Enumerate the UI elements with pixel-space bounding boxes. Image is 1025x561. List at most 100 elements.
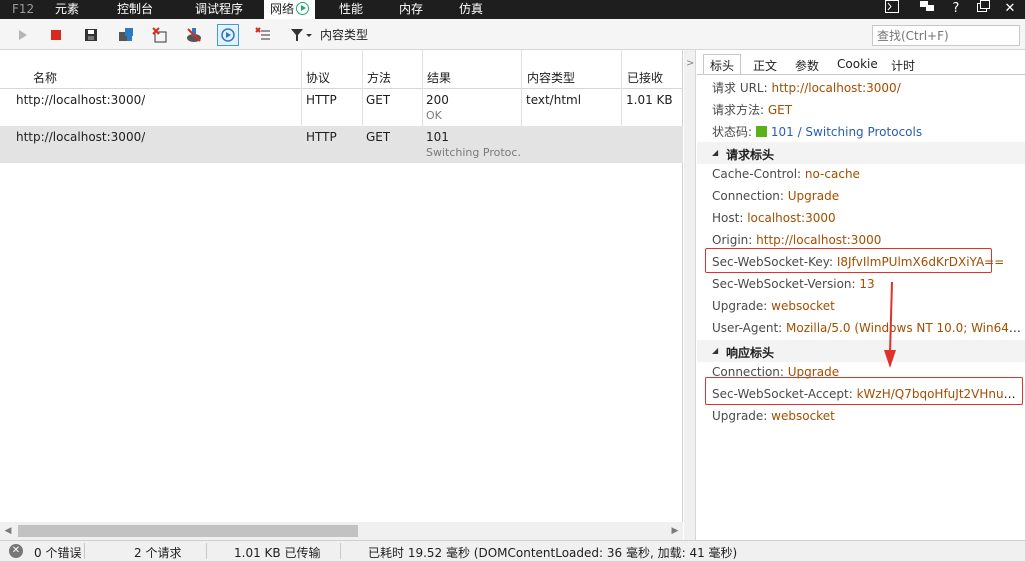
recording-icon [296, 2, 310, 15]
tab-memory[interactable]: 内存 [399, 0, 423, 19]
cell-method: GET [366, 93, 391, 107]
column-header-name[interactable]: 名称 [33, 69, 57, 86]
tab-emulation[interactable]: 仿真 [459, 0, 483, 19]
search-input[interactable] [872, 25, 1020, 46]
status-bar: ✕ 0 个错误 2 个请求 1.01 KB 已传输 已耗时 19.52 毫秒 (… [0, 540, 1025, 561]
timing-summary: 已耗时 19.52 毫秒 (DOMContentLoaded: 36 毫秒, 加… [368, 546, 738, 560]
cell-content-type: text/html [526, 93, 582, 107]
feedback-icon[interactable] [917, 0, 937, 19]
cell-protocol: HTTP [306, 93, 337, 107]
column-header-received[interactable]: 已接收 [627, 69, 663, 86]
play-icon[interactable] [11, 24, 33, 46]
cell-received: 1.01 KB [626, 93, 673, 107]
table-row[interactable]: http://localhost:3000/ HTTP GET 200 OK te… [0, 89, 683, 126]
clear-cache-icon[interactable] [183, 24, 205, 46]
pane-divider[interactable]: > [684, 50, 696, 540]
key: Sec-WebSocket-Version: [712, 277, 860, 291]
request-count: 2 个请求 [134, 546, 182, 560]
horizontal-scrollbar[interactable]: ◀ ▶ [0, 522, 683, 540]
scrollbar-thumb[interactable] [18, 525, 358, 537]
header-row: Upgrade: websocket [712, 299, 1022, 313]
scroll-right-icon[interactable]: ▶ [669, 525, 681, 537]
header-row: Cache-Control: no-cache [712, 167, 1022, 181]
value: Mozilla/5.0 (Windows NT 10.0; Win64; x64… [786, 321, 1022, 335]
cell-protocol: HTTP [306, 130, 337, 144]
annotation-arrow-icon [884, 282, 896, 368]
console-toggle-icon[interactable] [882, 0, 902, 19]
scroll-left-icon[interactable]: ◀ [2, 525, 14, 537]
status-separator [206, 543, 207, 559]
stop-icon[interactable] [45, 24, 67, 46]
help-icon[interactable]: ? [946, 0, 966, 19]
request-list: 名称 协议 方法 结果 内容类型 已接收 http://localhost:30… [0, 50, 683, 540]
clear-session-icon[interactable] [149, 24, 171, 46]
table-header: 名称 协议 方法 结果 内容类型 已接收 [0, 50, 683, 89]
header-row: Origin: http://localhost:3000 [712, 233, 1022, 247]
network-toolbar: 内容类型 [0, 19, 1025, 50]
clear-entries-icon[interactable] [252, 24, 274, 46]
detail-tabs: 标头 正文 参数 Cookie 计时 [697, 50, 1025, 75]
content-type-filter-label[interactable]: 内容类型 [320, 26, 368, 43]
import-icon[interactable] [115, 24, 137, 46]
value: 13 [859, 277, 875, 291]
value: 101 / Switching Protocols [770, 125, 923, 139]
tab-parameters[interactable]: 参数 [789, 56, 825, 75]
undock-icon[interactable] [973, 0, 993, 19]
collapse-triangle-icon: ◢ [712, 148, 719, 157]
column-header-result[interactable]: 结果 [427, 69, 451, 86]
tab-elements[interactable]: 元素 [55, 0, 79, 19]
tab-network-label: 网络 [270, 2, 295, 16]
column-header-method[interactable]: 方法 [367, 69, 391, 86]
key: Upgrade: [712, 299, 772, 313]
cell-method: GET [366, 130, 391, 144]
tab-cookies[interactable]: Cookie [831, 56, 884, 75]
key: Connection: [712, 189, 788, 203]
response-headers-section[interactable]: ◢ 响应标头 [697, 340, 1025, 362]
annotation-box-accept [705, 377, 1023, 405]
header-row: Sec-WebSocket-Version: 13 [712, 277, 1022, 291]
value: localhost:3000 [747, 211, 836, 225]
header-row: Connection: Upgrade [712, 189, 1022, 203]
key: Upgrade: [712, 409, 772, 423]
value: http://localhost:3000 [756, 233, 882, 247]
cell-name: http://localhost:3000/ [16, 130, 146, 144]
request-headers-section[interactable]: ◢ 请求标头 [697, 142, 1025, 164]
save-icon[interactable] [80, 24, 102, 46]
cell-name: http://localhost:3000/ [16, 93, 146, 107]
filter-icon[interactable] [289, 24, 315, 46]
key: 请求方法: [712, 103, 768, 117]
tab-console[interactable]: 控制台 [117, 0, 153, 19]
result-text: Switching Protoc… [426, 146, 520, 159]
error-count[interactable]: 0 个错误 [34, 544, 81, 561]
always-refresh-icon[interactable] [217, 24, 239, 46]
result-code: 101 [426, 130, 449, 144]
devtools-top-bar: F12 元素 控制台 调试程序 网络 性能 内存 仿真 ? ✕ [0, 0, 1025, 19]
tab-performance[interactable]: 性能 [339, 0, 363, 19]
value: Upgrade [787, 189, 840, 203]
request-url-row: 请求 URL: http://localhost:3000/ [712, 79, 1022, 96]
collapse-chevron-icon[interactable]: > [686, 58, 694, 69]
error-icon: ✕ [9, 544, 23, 558]
key: 请求 URL: [712, 81, 772, 95]
result-code: 200 [426, 93, 449, 107]
key: Host: [712, 211, 748, 225]
header-row: User-Agent: Mozilla/5.0 (Windows NT 10.0… [712, 321, 1022, 335]
column-header-content-type[interactable]: 内容类型 [527, 69, 575, 86]
section-title: 请求标头 [726, 148, 775, 162]
tab-network[interactable]: 网络 [264, 0, 316, 19]
tab-debugger[interactable]: 调试程序 [195, 0, 243, 19]
value: http://localhost:3000/ [771, 81, 901, 95]
header-row: Host: localhost:3000 [712, 211, 1022, 225]
status-code-row: 状态码: 101 / Switching Protocols [712, 123, 1022, 140]
result-text: OK [426, 109, 442, 122]
close-icon[interactable]: ✕ [1000, 0, 1020, 19]
tabs-underline [697, 74, 1025, 75]
tab-body[interactable]: 正文 [747, 56, 783, 75]
value: websocket [771, 299, 835, 313]
status-separator [84, 543, 85, 559]
tab-headers[interactable]: 标头 [703, 54, 742, 75]
key: User-Agent: [712, 321, 787, 335]
table-row-selected[interactable]: http://localhost:3000/ HTTP GET 101 Switc… [0, 126, 683, 163]
column-header-protocol[interactable]: 协议 [306, 69, 330, 86]
tab-timings[interactable]: 计时 [885, 56, 921, 75]
